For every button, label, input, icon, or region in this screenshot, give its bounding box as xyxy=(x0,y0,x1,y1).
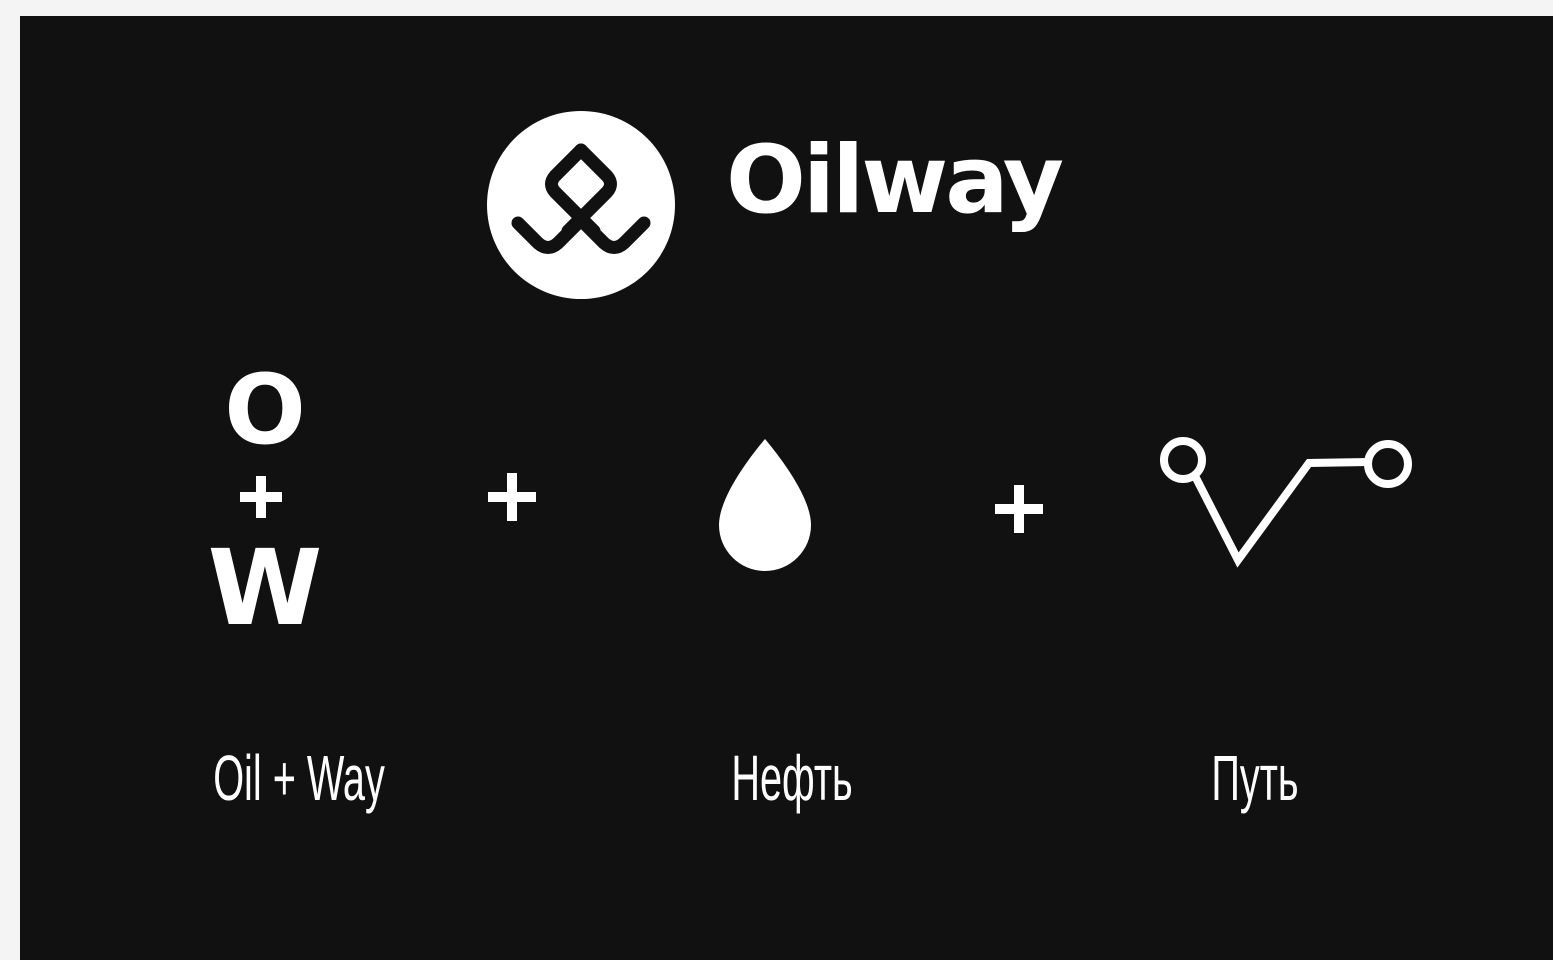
letter-o: O xyxy=(224,354,306,466)
oilway-logo-icon xyxy=(487,111,675,299)
caption-oil-way: Oil + Way xyxy=(213,742,385,814)
brand-concept-panel: Oilway O W Oil + Way Нефть Путь xyxy=(20,16,1553,960)
route-path-icon xyxy=(1160,437,1412,568)
small-plus-icon xyxy=(240,476,282,518)
letter-w: W xyxy=(207,527,323,649)
caption-oil: Нефть xyxy=(731,742,853,814)
caption-way: Путь xyxy=(1211,742,1299,814)
plus-icon xyxy=(995,485,1043,533)
brand-wordmark: Oilway xyxy=(726,126,1064,235)
oil-drop-icon xyxy=(719,439,811,571)
plus-icon xyxy=(488,473,536,521)
